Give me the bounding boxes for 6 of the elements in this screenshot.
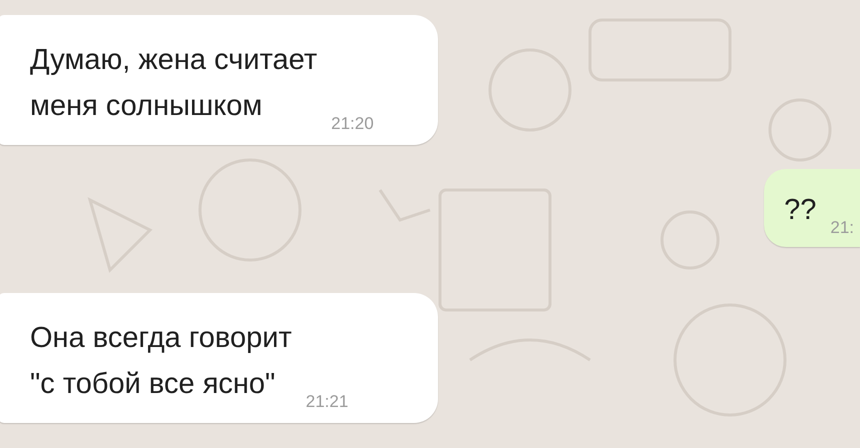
message-time: 21:21 (306, 391, 348, 413)
message-text: Думаю, жена считает меня солнышком (30, 43, 318, 124)
message-text: ?? (784, 193, 816, 228)
message-time: 21:20 (331, 113, 374, 135)
message-text: Она всегда говорит "с тобой все ясно" (30, 321, 292, 402)
message-time: 21: (830, 217, 854, 239)
